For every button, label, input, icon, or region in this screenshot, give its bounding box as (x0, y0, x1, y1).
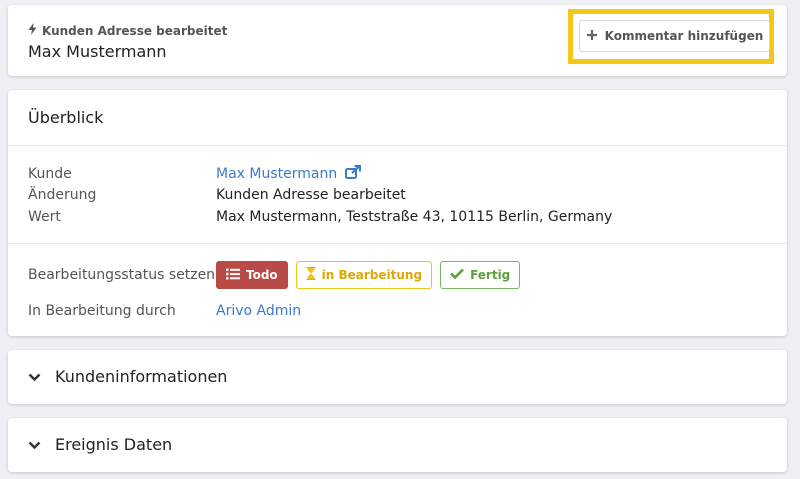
detail-row-value: Wert Max Mustermann, Teststraße 43, 1011… (28, 209, 612, 225)
customer-link-label: Max Mustermann (216, 166, 338, 182)
event-header-card: Kunden Adresse bearbeitet Max Mustermann… (8, 5, 787, 76)
plus-icon (586, 29, 598, 44)
detail-value: Max Mustermann, Teststraße 43, 10115 Ber… (216, 209, 613, 225)
status-in-progress-label: in Bearbeitung (321, 268, 423, 282)
bolt-icon (28, 23, 37, 38)
section-customer-info-toggle[interactable]: Kundeninformationen (28, 367, 227, 386)
add-comment-button[interactable]: Kommentar hinzufügen (579, 20, 770, 52)
status-row: Bearbeitungsstatus setzen Todo in Bearbe… (28, 261, 528, 289)
status-done-button[interactable]: Fertig (440, 261, 521, 289)
status-label: Bearbeitungsstatus setzen (28, 267, 216, 283)
page-title: Max Mustermann (28, 42, 167, 61)
section-title: Kundeninformationen (55, 367, 228, 386)
section-customer-info: Kundeninformationen (8, 350, 787, 404)
event-type-label: Kunden Adresse bearbeitet (42, 23, 228, 38)
overview-title: Überblick (28, 108, 104, 127)
divider (8, 145, 787, 146)
list-icon (226, 268, 240, 283)
detail-row-customer: Kunde Max Mustermann (28, 164, 362, 183)
detail-label: Wert (28, 209, 61, 225)
chevron-down-icon (28, 435, 41, 454)
event-type: Kunden Adresse bearbeitet (28, 23, 227, 38)
status-done-label: Fertig (470, 268, 511, 282)
detail-row-change: Änderung Kunden Adresse bearbeitet (28, 187, 406, 203)
status-todo-button[interactable]: Todo (216, 261, 288, 289)
external-link-icon[interactable] (345, 164, 362, 183)
overview-card: Überblick Kunde Max Mustermann Änderung … (8, 90, 787, 336)
section-event-data-toggle[interactable]: Ereignis Daten (28, 435, 172, 454)
section-title: Ereignis Daten (55, 435, 173, 454)
assigned-label: In Bearbeitung durch (28, 303, 176, 319)
check-icon (450, 268, 464, 282)
status-todo-label: Todo (246, 268, 278, 282)
chevron-down-icon (28, 367, 41, 386)
status-in-progress-button[interactable]: in Bearbeitung (295, 261, 433, 289)
add-comment-label: Kommentar hinzufügen (604, 29, 764, 43)
section-event-data: Ereignis Daten (8, 418, 787, 472)
hourglass-icon (306, 266, 316, 283)
assigned-row: In Bearbeitung durch Arivo Admin (28, 303, 301, 319)
divider (8, 243, 787, 244)
detail-label: Kunde (28, 166, 72, 182)
detail-label: Änderung (28, 187, 97, 203)
detail-value: Kunden Adresse bearbeitet (216, 187, 406, 203)
assigned-user-link[interactable]: Arivo Admin (216, 303, 301, 319)
customer-link[interactable]: Max Mustermann (216, 164, 362, 183)
